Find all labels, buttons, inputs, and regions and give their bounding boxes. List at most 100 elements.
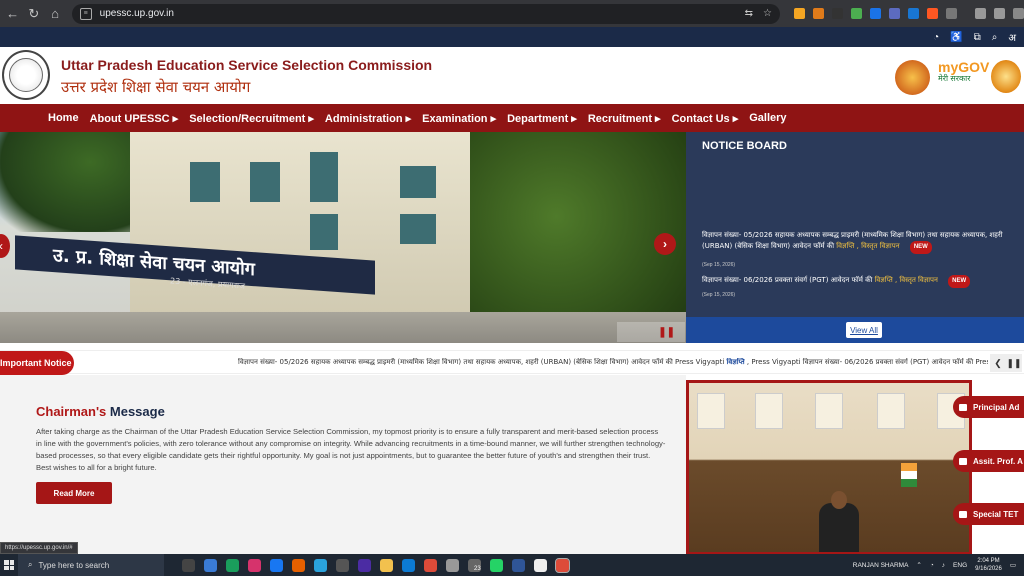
chairman-title-part: Chairman's bbox=[36, 404, 107, 419]
chairman-title-part: Message bbox=[106, 404, 165, 419]
side-tab-principal[interactable]: Principal Ad bbox=[953, 396, 1024, 418]
reload-icon[interactable]: ↻ bbox=[25, 5, 42, 23]
azadi-logo[interactable] bbox=[895, 60, 930, 95]
mygov-logo[interactable]: myGOV मेरी सरकार bbox=[938, 59, 989, 91]
taskbar-app-icon[interactable]: 23 bbox=[468, 558, 481, 572]
portrait-frame bbox=[755, 393, 783, 429]
ticker-link[interactable]: विज्ञप्ति bbox=[727, 358, 745, 366]
facebook-icon[interactable] bbox=[270, 558, 283, 572]
portrait-frame bbox=[697, 393, 725, 429]
clock-time: 2:04 PM bbox=[977, 558, 1000, 564]
notice-item-link[interactable]: विज्ञप्ति , विस्तृत विज्ञापन bbox=[875, 276, 938, 284]
nav-contact-us[interactable]: Contact Us ▸ bbox=[672, 112, 739, 125]
volume-icon[interactable]: ♪ bbox=[942, 562, 945, 569]
side-tab-assistant-professor[interactable]: Assit. Prof. A bbox=[953, 450, 1024, 472]
portrait-frame bbox=[815, 393, 843, 429]
accessibility-icon[interactable]: ♿ bbox=[950, 32, 962, 43]
extension-icon[interactable] bbox=[926, 8, 938, 19]
extension-icon[interactable] bbox=[869, 8, 881, 19]
new-badge: NEW bbox=[948, 275, 971, 288]
nav-recruitment[interactable]: Recruitment ▸ bbox=[588, 112, 661, 125]
taskbar-app-icon[interactable] bbox=[446, 558, 459, 572]
split-view-icon[interactable] bbox=[993, 8, 1005, 19]
view-all-button[interactable]: View All bbox=[846, 322, 882, 338]
tray-up-arrow-icon[interactable]: ⌃ bbox=[916, 561, 921, 569]
network-icon[interactable]: ◔ bbox=[930, 562, 934, 569]
g20-logo[interactable] bbox=[991, 60, 1021, 93]
taskbar-clock[interactable]: 2:04 PM 9/16/2026 bbox=[975, 557, 1002, 573]
nav-selection-recruitment[interactable]: Selection/Recruitment ▸ bbox=[189, 112, 314, 125]
ticker-text[interactable]: विज्ञापन संख्या- 05/2026 सहायक अध्यापक स… bbox=[238, 358, 988, 367]
download-icon[interactable] bbox=[974, 8, 986, 19]
system-tray: RANJAN SHARMA ⌃ ◔ ♪ ENG 2:04 PM 9/16/202… bbox=[853, 557, 1024, 573]
edge-icon[interactable] bbox=[402, 558, 415, 572]
search-icon: ⌕ bbox=[28, 560, 33, 569]
nav-about[interactable]: About UPESSC ▸ bbox=[90, 112, 179, 125]
extension-icon[interactable] bbox=[793, 8, 805, 19]
task-view-icon[interactable] bbox=[182, 558, 195, 572]
start-button[interactable] bbox=[0, 554, 18, 576]
notice-item[interactable]: विज्ञापन संख्या- 06/2026 प्रवक्ता संवर्ग… bbox=[702, 275, 1022, 288]
search-icon[interactable]: ⌕ bbox=[992, 32, 998, 43]
up-emblem-logo[interactable] bbox=[2, 50, 50, 100]
notice-item-text: विज्ञापन संख्या- 06/2026 प्रवक्ता संवर्ग… bbox=[702, 276, 873, 284]
site-title-english[interactable]: Uttar Pradesh Education Service Selectio… bbox=[61, 57, 432, 73]
chairman-figure-head bbox=[831, 491, 847, 509]
address-bar[interactable]: ≡ upessc.up.gov.in ⇆ ☆ bbox=[71, 3, 780, 24]
nav-administration[interactable]: Administration ▸ bbox=[325, 112, 411, 125]
bookmark-star-icon[interactable]: ☆ bbox=[763, 8, 772, 19]
sitemap-icon[interactable]: ⧉ bbox=[974, 32, 981, 43]
taskbar-app-icon[interactable] bbox=[358, 558, 371, 572]
back-icon[interactable]: ← bbox=[4, 5, 21, 23]
read-more-button[interactable]: Read More bbox=[36, 482, 112, 504]
ticker-pause-button[interactable]: ❚❚ bbox=[1006, 354, 1022, 372]
screen-reader-icon[interactable]: ◔ bbox=[933, 32, 939, 43]
file-explorer-icon[interactable] bbox=[380, 558, 393, 572]
extension-icon[interactable] bbox=[907, 8, 919, 19]
extension-icon[interactable] bbox=[812, 8, 824, 19]
nav-gallery[interactable]: Gallery bbox=[749, 112, 786, 124]
input-language[interactable]: ENG bbox=[953, 562, 967, 569]
chairman-photo bbox=[686, 380, 972, 555]
notification-icon[interactable]: ▭ bbox=[1010, 561, 1016, 569]
profile-icon[interactable] bbox=[1012, 8, 1024, 19]
extension-icon[interactable] bbox=[850, 8, 862, 19]
slider-pause-button[interactable]: ❚❚ bbox=[617, 322, 685, 342]
translate-icon[interactable]: ⇆ bbox=[745, 8, 753, 19]
chairman-photo-panel: Principal Ad Assit. Prof. A Special TET bbox=[686, 375, 1024, 555]
whatsapp-icon[interactable] bbox=[490, 558, 503, 572]
card-icon bbox=[959, 457, 967, 465]
taskbar-app-icon[interactable] bbox=[204, 558, 217, 572]
extension-icon[interactable] bbox=[831, 8, 843, 19]
firefox-icon[interactable] bbox=[292, 558, 305, 572]
taskbar-app-icon[interactable] bbox=[512, 558, 525, 572]
puzzle-icon[interactable] bbox=[945, 8, 957, 19]
taskbar-app-icon[interactable] bbox=[534, 558, 547, 572]
extension-icon[interactable] bbox=[888, 8, 900, 19]
nav-department[interactable]: Department ▸ bbox=[507, 112, 577, 125]
notice-item-link[interactable]: विज्ञप्ति , विस्तृत विज्ञापन bbox=[836, 242, 899, 250]
slider-next-button[interactable]: › bbox=[654, 233, 676, 255]
notice-item[interactable]: विज्ञापन संख्या- 05/2026 सहायक अध्यापक स… bbox=[702, 230, 1022, 254]
instagram-icon[interactable] bbox=[248, 558, 261, 572]
site-title-hindi[interactable]: उत्तर प्रदेश शिक्षा सेवा चयन आयोग bbox=[61, 77, 250, 97]
nav-home[interactable]: Home bbox=[48, 112, 79, 124]
site-info-icon[interactable]: ≡ bbox=[79, 7, 92, 20]
taskbar-app-icon[interactable] bbox=[226, 558, 239, 572]
home-icon[interactable]: ⌂ bbox=[46, 5, 63, 23]
notice-board-title: NOTICE BOARD bbox=[702, 140, 787, 152]
chrome-icon[interactable] bbox=[424, 558, 437, 572]
taskbar-app-icon[interactable] bbox=[336, 558, 349, 572]
chrome-active-icon[interactable] bbox=[555, 557, 570, 573]
user-name[interactable]: RANJAN SHARMA bbox=[853, 562, 909, 569]
ticker-prev-button[interactable]: ❮ bbox=[990, 354, 1006, 372]
language-icon[interactable]: अ bbox=[1008, 30, 1016, 44]
card-icon bbox=[959, 510, 967, 518]
telegram-icon[interactable] bbox=[314, 558, 327, 572]
card-icon bbox=[959, 403, 967, 411]
taskbar-search[interactable]: ⌕ Type here to search bbox=[18, 554, 164, 576]
side-tab-special-tet[interactable]: Special TET bbox=[953, 503, 1024, 525]
new-badge: NEW bbox=[909, 241, 932, 254]
notice-board: NOTICE BOARD विज्ञापन संख्या- 05/2026 सह… bbox=[686, 132, 1024, 343]
nav-examination[interactable]: Examination ▸ bbox=[422, 112, 496, 125]
